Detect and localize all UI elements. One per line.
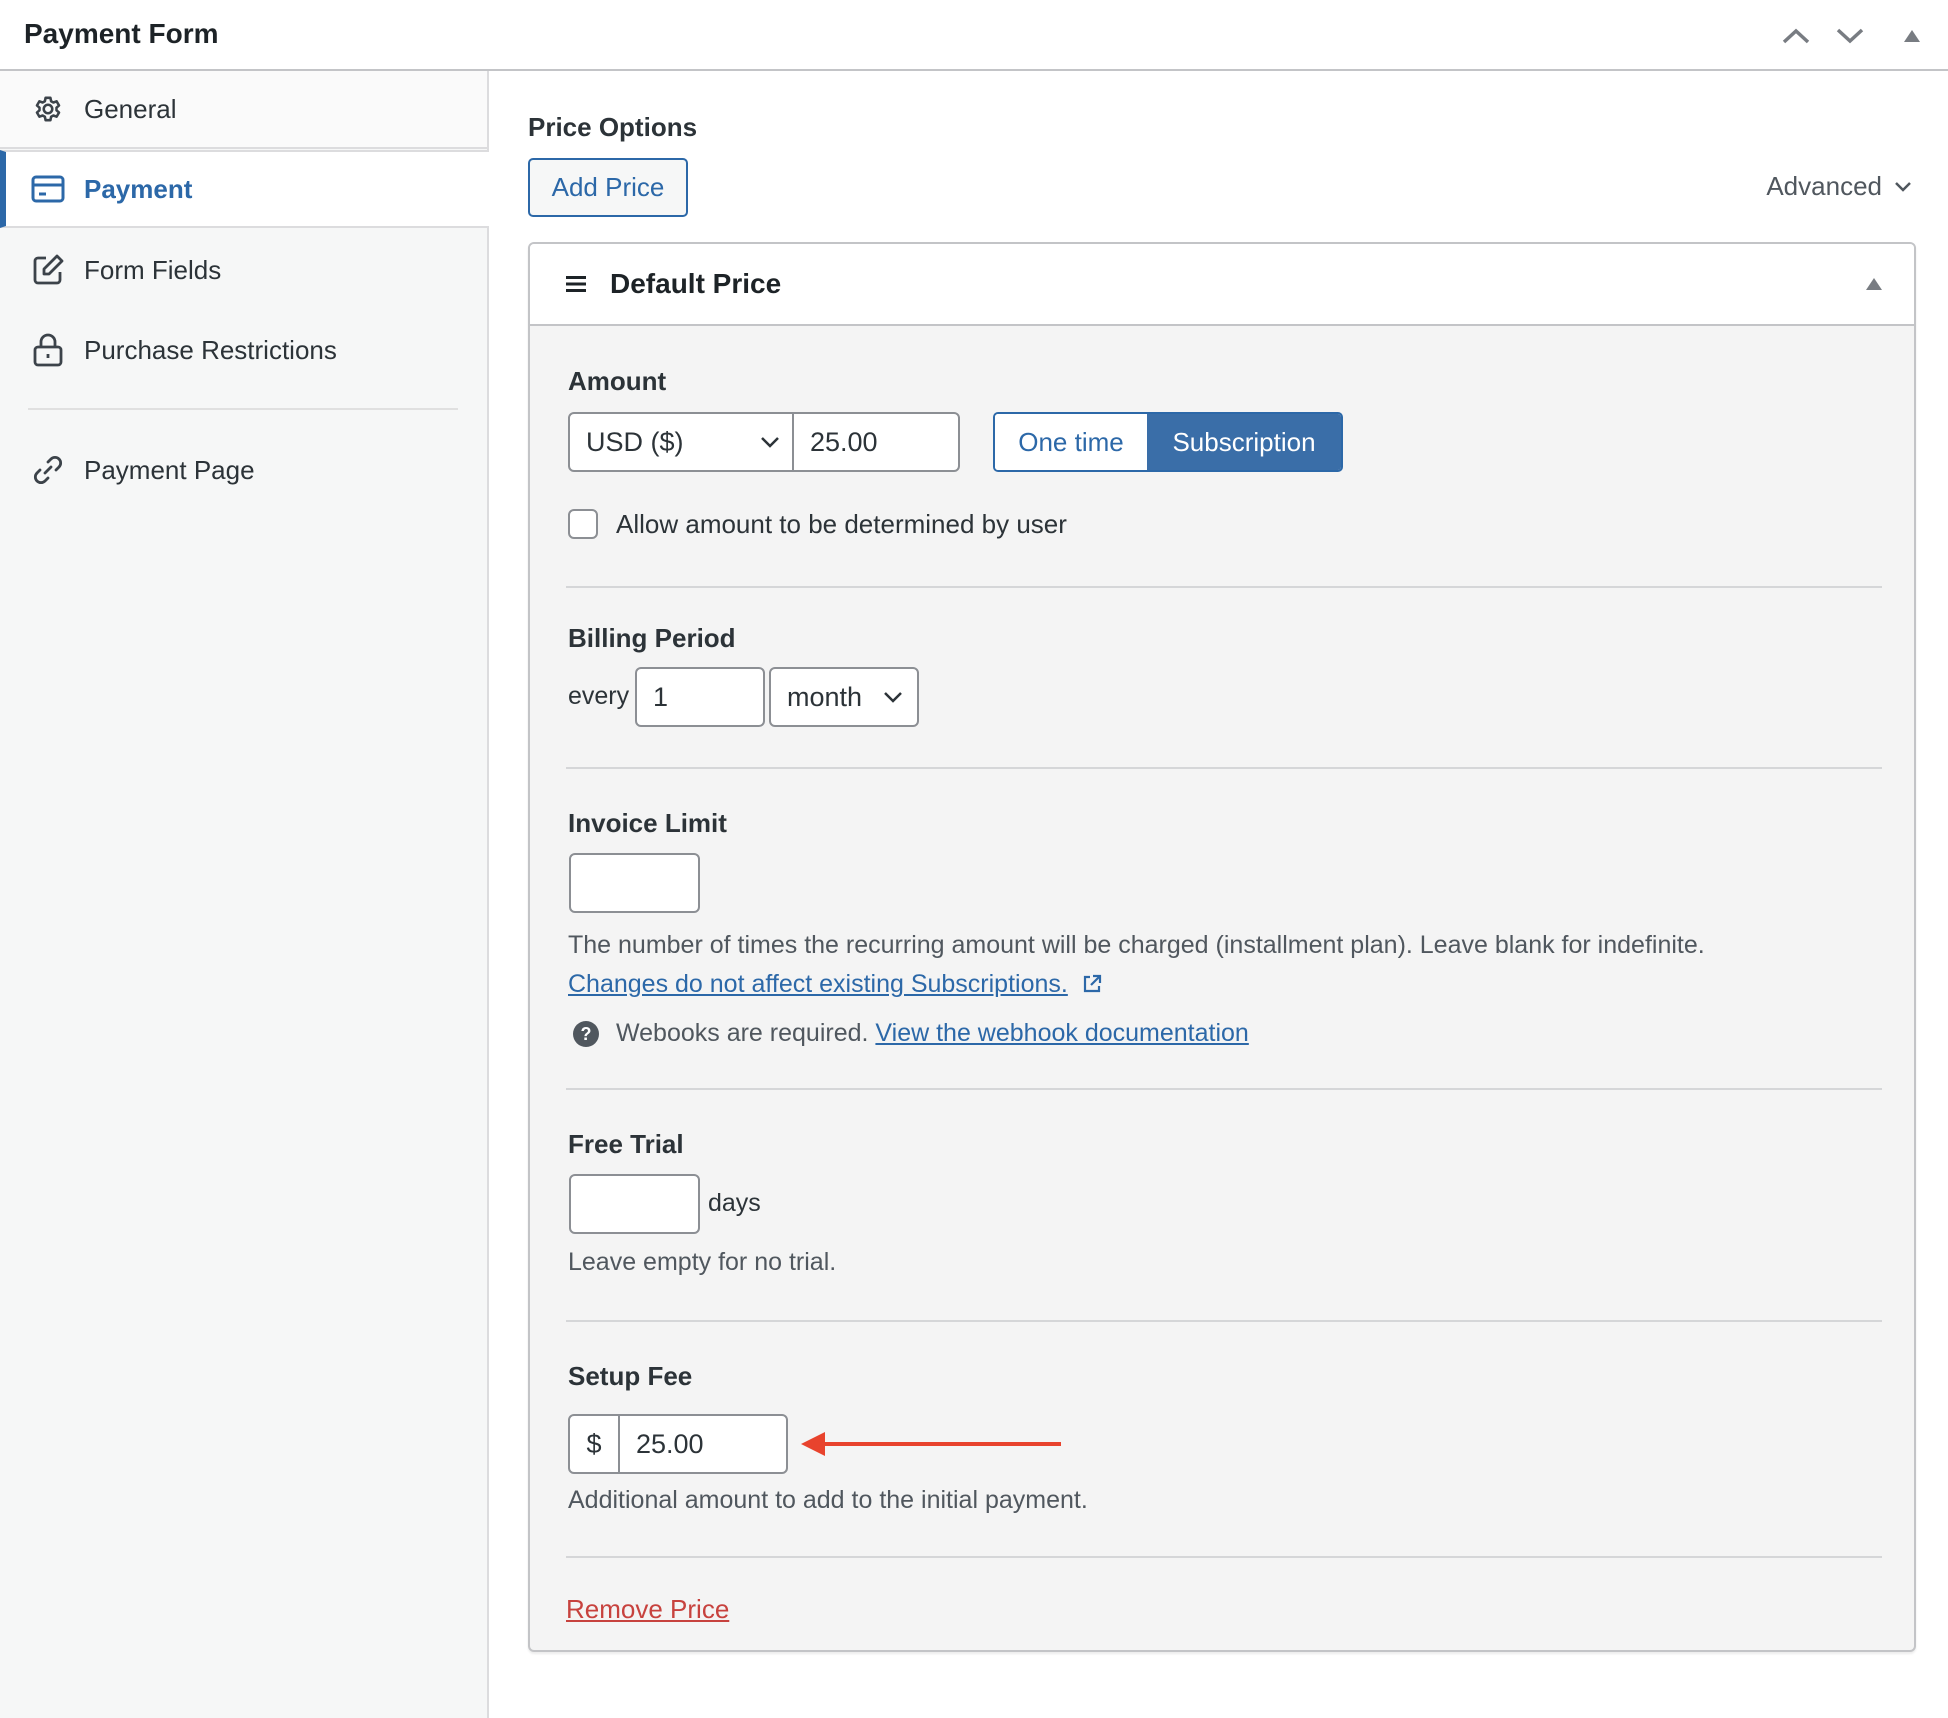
sidebar-item-payment[interactable]: Payment xyxy=(0,150,489,228)
sidebar-item-general[interactable]: General xyxy=(0,71,487,149)
collapse-price-button[interactable] xyxy=(1856,266,1892,302)
add-price-button[interactable]: Add Price xyxy=(528,158,688,217)
price-type-toggle: One time Subscription xyxy=(993,412,1343,472)
amount-label: Amount xyxy=(568,366,667,396)
chevron-down-icon xyxy=(1836,28,1864,44)
panel-header: Payment Form xyxy=(0,0,1948,71)
section-divider xyxy=(566,1556,1882,1558)
setup-fee-description: Additional amount to add to the initial … xyxy=(568,1486,1088,1514)
drag-handle[interactable] xyxy=(560,268,592,300)
free-trial-label: Free Trial xyxy=(568,1129,684,1159)
free-trial-input[interactable] xyxy=(569,1174,700,1234)
subscriptions-link[interactable]: Changes do not affect existing Subscript… xyxy=(568,970,1068,998)
triangle-up-icon xyxy=(1866,278,1882,290)
toggle-panel-button[interactable] xyxy=(1890,14,1934,58)
section-divider xyxy=(566,767,1882,769)
allow-user-amount-checkbox[interactable] xyxy=(568,509,598,539)
link-icon xyxy=(30,452,66,488)
sidebar-item-label: General xyxy=(84,93,177,124)
remove-price-link[interactable]: Remove Price xyxy=(566,1594,729,1625)
setup-fee-input-group: $ 25.00 xyxy=(568,1414,788,1474)
gear-icon xyxy=(30,91,66,127)
sidebar-item-form-fields[interactable]: Form Fields xyxy=(0,231,487,309)
invoice-limit-label: Invoice Limit xyxy=(568,808,727,838)
setup-fee-input[interactable]: 25.00 xyxy=(620,1416,786,1472)
lock-icon xyxy=(30,332,66,368)
sidebar-item-label: Payment xyxy=(84,173,193,204)
invoice-limit-input[interactable] xyxy=(569,853,700,913)
one-time-option[interactable]: One time xyxy=(995,414,1147,470)
subscription-option[interactable]: Subscription xyxy=(1147,414,1341,470)
chevron-down-icon xyxy=(884,692,902,703)
main-content: Price Options Add Price Advanced Default… xyxy=(489,71,1948,1718)
subscriptions-note: Changes do not affect existing Subscript… xyxy=(568,970,1103,999)
price-title: Default Price xyxy=(610,268,782,299)
edit-icon xyxy=(30,252,66,288)
setup-fee-label: Setup Fee xyxy=(568,1361,693,1391)
currency-select[interactable]: USD ($) xyxy=(570,414,794,470)
billing-unit-value: month xyxy=(787,681,863,712)
billing-unit-select[interactable]: month xyxy=(769,667,919,727)
free-trial-days-label: days xyxy=(708,1189,761,1217)
move-up-button[interactable] xyxy=(1774,14,1818,58)
menu-icon xyxy=(566,276,586,292)
billing-every-label: every xyxy=(568,682,630,710)
sidebar-item-purchase-restrictions[interactable]: Purchase Restrictions xyxy=(0,311,487,389)
chevron-down-icon xyxy=(761,437,779,448)
move-down-button[interactable] xyxy=(1828,14,1872,58)
chevron-down-icon xyxy=(1895,181,1911,192)
advanced-toggle[interactable]: Advanced xyxy=(1766,171,1912,202)
free-trial-description: Leave empty for no trial. xyxy=(568,1248,837,1276)
panel-title: Payment Form xyxy=(24,18,219,49)
help-icon: ? xyxy=(573,1021,599,1047)
sidebar-item-label: Payment Page xyxy=(84,454,255,485)
billing-period-label: Billing Period xyxy=(568,623,736,653)
billing-interval-input[interactable]: 1 xyxy=(635,667,765,727)
webhook-note: Webooks are required. View the webhook d… xyxy=(616,1019,1249,1048)
sidebar-item-payment-page[interactable]: Payment Page xyxy=(0,431,487,509)
sidebar-item-label: Form Fields xyxy=(84,254,222,285)
advanced-label: Advanced xyxy=(1766,171,1882,201)
currency-value: USD ($) xyxy=(586,426,684,457)
external-link-icon xyxy=(1083,974,1101,993)
allow-user-amount-label[interactable]: Allow amount to be determined by user xyxy=(616,509,1067,540)
webhook-required-text: Webooks are required. xyxy=(616,1019,869,1047)
sidebar-divider xyxy=(28,408,458,410)
price-panel-body: Amount USD ($) 25.00 One time Subscripti… xyxy=(530,326,1914,1650)
webhook-docs-link[interactable]: View the webhook documentation xyxy=(875,1019,1248,1047)
invoice-limit-description: The number of times the recurring amount… xyxy=(568,931,1705,959)
amount-input[interactable]: 25.00 xyxy=(794,414,958,470)
setup-fee-currency-prefix: $ xyxy=(570,1416,620,1472)
price-options-heading: Price Options xyxy=(528,112,698,142)
sidebar-item-label: Purchase Restrictions xyxy=(84,334,337,365)
credit-card-icon xyxy=(30,171,66,207)
section-divider xyxy=(566,1320,1882,1322)
amount-input-group: USD ($) 25.00 xyxy=(568,412,960,472)
annotation-arrow-icon xyxy=(801,1432,1061,1456)
section-divider xyxy=(566,586,1882,588)
sidebar: General Payment Form Fields Purchase Res… xyxy=(0,71,489,1718)
svg-text:?: ? xyxy=(581,1024,592,1044)
triangle-up-icon xyxy=(1904,30,1920,42)
section-divider xyxy=(566,1088,1882,1090)
price-panel-header: Default Price xyxy=(530,244,1914,326)
chevron-up-icon xyxy=(1782,28,1810,44)
default-price-panel: Default Price Amount USD ($) 25.00 One t… xyxy=(528,242,1916,1652)
